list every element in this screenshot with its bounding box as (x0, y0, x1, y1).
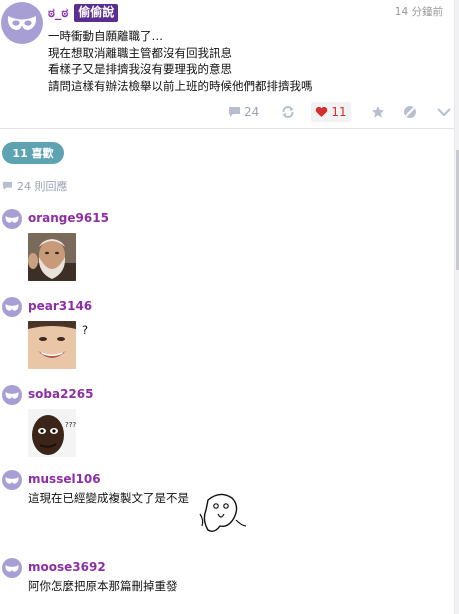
commenter-avatar[interactable] (2, 470, 22, 490)
commenter-avatar[interactable] (2, 297, 22, 317)
refresh-button[interactable] (281, 105, 295, 119)
replies-count-label: 24 則回應 (17, 180, 68, 193)
post-line: 現在想取消離職主管都沒有回我訊息 (48, 45, 232, 60)
commenter-name[interactable]: soba2265 (28, 387, 93, 401)
sticker-smiling-face (28, 321, 76, 369)
section-divider (0, 128, 455, 129)
sticker-old-man (28, 233, 76, 281)
post: ಠ_ಠ 偷偷說 14 分鐘前 一時衝動自願離職了… 現在想取消離職主管都沒有回我… (0, 0, 455, 128)
favorite-button[interactable] (371, 105, 385, 119)
speech-bubble-icon (229, 107, 240, 117)
chevron-down-icon (437, 108, 451, 117)
replies-count: 24 則回應 (2, 178, 68, 194)
comment-button[interactable]: 24 (228, 105, 259, 119)
commenter-avatar[interactable] (2, 385, 22, 405)
commenter-avatar[interactable] (2, 209, 22, 229)
sticker-caption: ??? (65, 421, 76, 429)
comment-count: 24 (244, 105, 260, 119)
post-action-bar: 24 11 (225, 102, 455, 122)
masquerade-mask-icon (5, 564, 19, 572)
more-options-button[interactable] (437, 107, 451, 117)
commenter-name[interactable]: orange9615 (28, 211, 109, 225)
sketch-face-sticker (199, 493, 247, 533)
comment: orange9615 (0, 209, 440, 284)
post-line: 請問這樣有辦法檢舉以前上班的時候他們都排擠我嗎 (48, 78, 313, 93)
comment: moose3692 阿你怎麼把原本那篇刪掉重發 (0, 558, 440, 608)
author-avatar[interactable] (1, 2, 43, 44)
commenter-name[interactable]: pear3146 (28, 299, 92, 313)
likes-pill[interactable]: 11 喜歡 (2, 142, 64, 164)
sticker-image (28, 321, 76, 369)
block-button[interactable] (403, 105, 417, 119)
post-body: 一時衝動自願離職了… 現在想取消離職主管都沒有回我訊息 看樣子又是排擠我沒有要理… (48, 28, 313, 94)
sticker-image (28, 233, 76, 281)
comment: soba2265 ??? (0, 385, 440, 460)
commenter-avatar[interactable] (2, 558, 22, 578)
sticker-confused-face: ??? (28, 409, 76, 457)
masquerade-mask-icon (5, 215, 19, 223)
star-icon (372, 106, 384, 118)
speech-bubble-icon (2, 181, 13, 191)
comment-text: 這現在已經變成複製文了是不是 (28, 491, 189, 505)
masquerade-mask-icon (5, 476, 19, 484)
masquerade-mask-icon (5, 391, 19, 399)
post-timestamp: 14 分鐘前 (394, 6, 443, 18)
author-handle[interactable]: ಠ_ಠ (48, 6, 68, 21)
board-badge[interactable]: 偷偷說 (74, 4, 119, 22)
comment: pear3146 ? (0, 297, 440, 372)
comment-text: 阿你怎麼把原本那篇刪掉重發 (28, 579, 178, 593)
comment: mussel106 這現在已經變成複製文了是不是 (0, 470, 440, 545)
author-row: ಠ_ಠ 偷偷說 (48, 4, 119, 22)
like-button[interactable]: 11 (311, 102, 351, 122)
post-line: 一時衝動自願離職了… (48, 29, 163, 43)
commenter-name[interactable]: mussel106 (28, 472, 101, 486)
like-count: 11 (331, 105, 347, 119)
masquerade-mask-icon (5, 303, 19, 311)
heart-icon (316, 106, 328, 117)
commenter-name[interactable]: moose3692 (28, 560, 106, 574)
post-line: 看樣子又是排擠我沒有要理我的意思 (48, 62, 232, 76)
ban-icon (404, 106, 416, 118)
comment-text: ? (82, 323, 89, 337)
sticker-image: ??? (28, 409, 76, 457)
refresh-icon (282, 106, 294, 118)
masquerade-mask-icon (7, 16, 37, 30)
